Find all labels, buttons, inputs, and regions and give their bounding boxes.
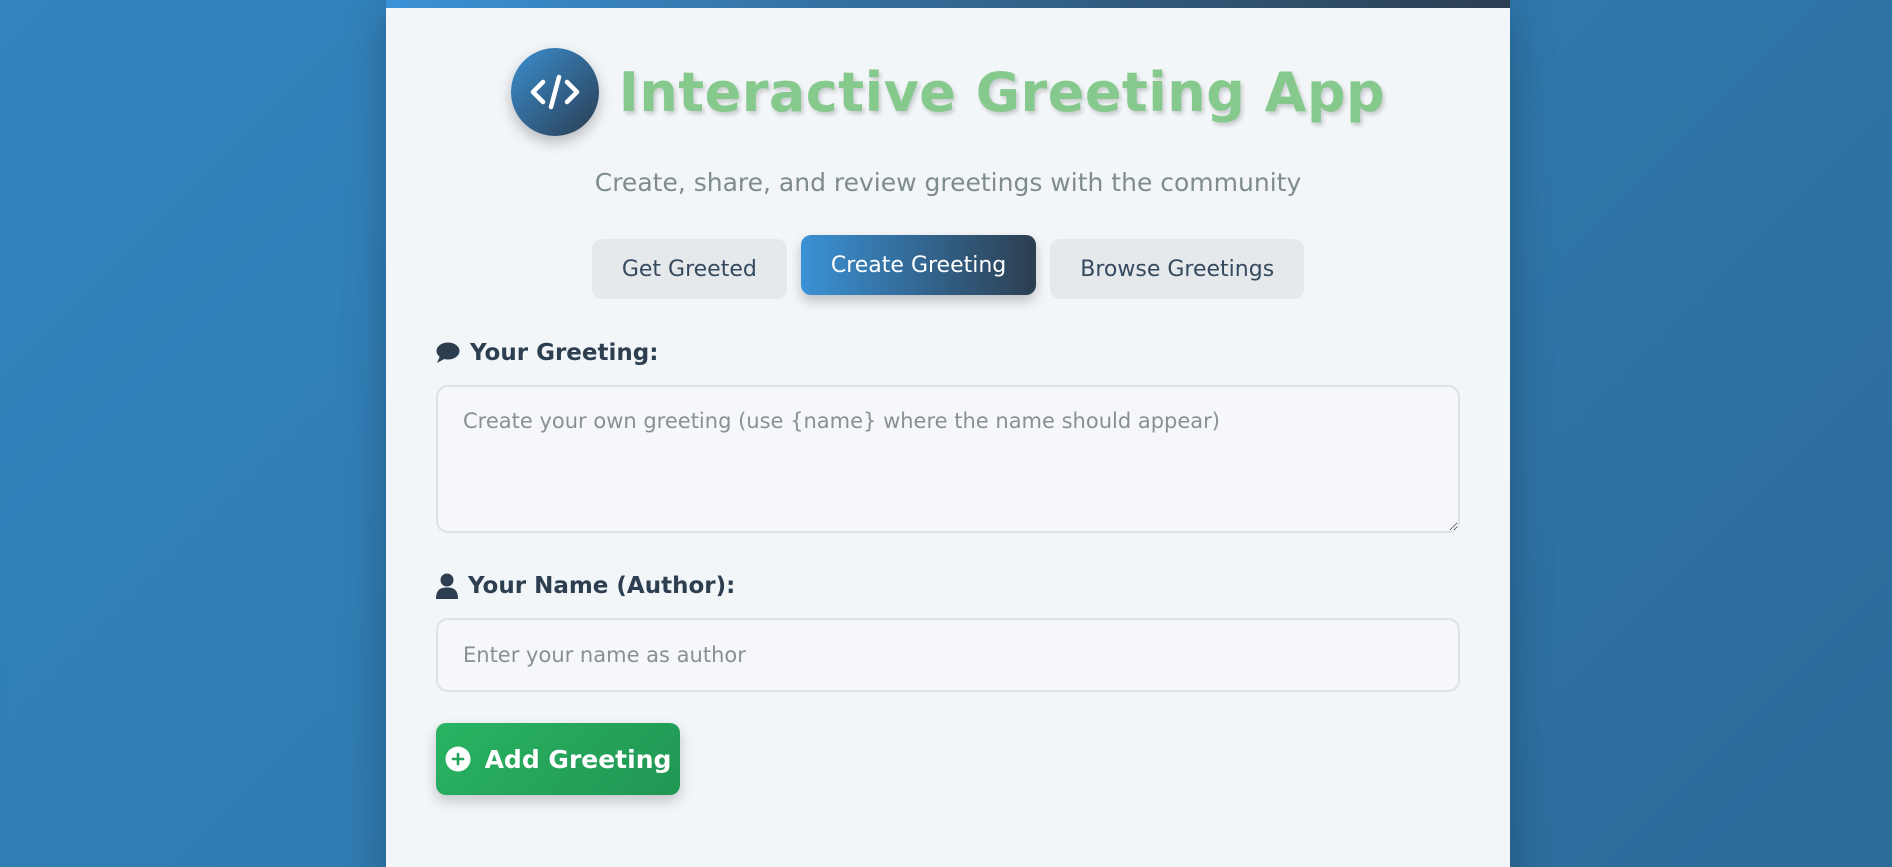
app-header: Interactive Greeting App xyxy=(386,48,1510,136)
author-label: Your Name (Author): xyxy=(436,573,735,599)
app-subtitle: Create, share, and review greetings with… xyxy=(594,168,1302,197)
author-input[interactable] xyxy=(436,618,1460,692)
user-icon xyxy=(436,573,458,599)
add-greeting-button[interactable]: Add Greeting xyxy=(436,723,680,795)
main-card: Interactive Greeting App Create, share, … xyxy=(386,0,1510,867)
tab-get-greeted[interactable]: Get Greeted xyxy=(591,239,787,299)
add-greeting-label: Add Greeting xyxy=(484,744,672,774)
tab-bar: Get Greeted Create Greeting Browse Greet… xyxy=(386,235,1510,299)
plus-circle-icon xyxy=(445,746,471,772)
card-accent-bar xyxy=(386,0,1510,8)
tab-browse-greetings[interactable]: Browse Greetings xyxy=(1050,239,1305,299)
code-icon xyxy=(510,48,599,136)
greeting-textarea[interactable] xyxy=(436,385,1460,533)
author-label-text: Your Name (Author): xyxy=(468,573,736,599)
comment-icon xyxy=(436,342,460,364)
greeting-label: Your Greeting: xyxy=(436,340,658,366)
app-title: Interactive Greeting App xyxy=(618,60,1386,124)
greeting-label-text: Your Greeting: xyxy=(470,340,659,366)
tab-create-greeting[interactable]: Create Greeting xyxy=(800,235,1037,295)
